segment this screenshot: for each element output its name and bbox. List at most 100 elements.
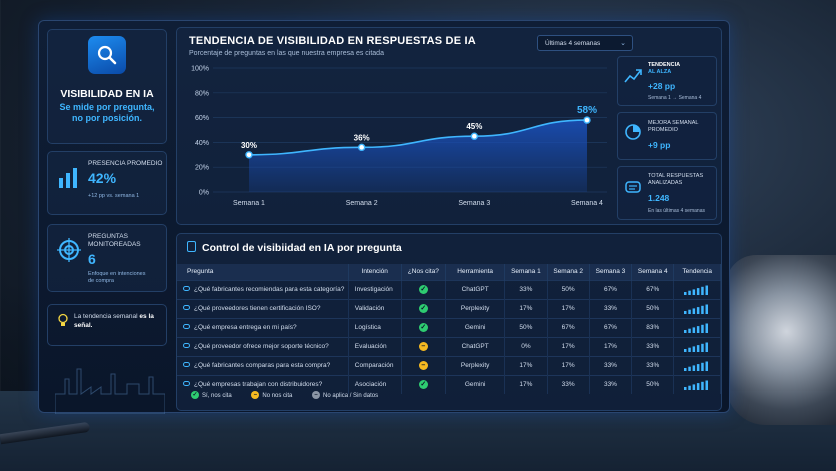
minus-icon: – [418, 361, 428, 370]
week-cell-text: 17% [561, 362, 575, 369]
cite-cell: ✓ [401, 317, 447, 337]
week-cell-text: 50% [646, 305, 660, 312]
table-row[interactable]: ¿Qué empresa entrega en mi país? Logístic… [177, 317, 721, 337]
y-tick-label: 0% [199, 190, 209, 197]
sparkline-bar [701, 324, 704, 333]
monitored-label: PREGUNTAS MONITOREADAS [88, 233, 141, 249]
stat-total-label-line2: ANALIZADAS [648, 180, 683, 186]
legend-na-label: No aplica / Sin datos [323, 392, 379, 399]
legend-yes: ✓ Sí, nos cita [191, 391, 232, 399]
sparkline-bar [697, 306, 700, 314]
intent-cell-text: Evaluación [354, 343, 387, 350]
week-cell-text: 17% [603, 343, 617, 350]
week-cell: 67% [631, 279, 675, 299]
stat-trend-card: TENDENCIA AL ALZA +28 pp Semana 1 → Seman… [617, 56, 717, 106]
question-text: ¿Qué proveedor ofrece mejor soporte técn… [194, 343, 329, 350]
presence-label: PRESENCIA PROMEDIO [88, 160, 163, 167]
x-tick-label: Semana 3 [458, 200, 490, 207]
y-tick-label: 40% [195, 140, 209, 147]
x-tick-label: Semana 1 [233, 200, 265, 207]
week-cell: 33% [547, 374, 590, 394]
sparkline-bar [684, 348, 687, 352]
week-cell-text: 33% [646, 343, 660, 350]
sparkline-icon [684, 323, 709, 333]
week-cell-text: 17% [519, 381, 533, 389]
factory-skyline-icon [55, 368, 165, 414]
tool-cell-text: Gemini [464, 324, 486, 331]
intent-cell-text: Investigación [354, 286, 393, 293]
table-header-row: Pregunta Intención ¿Nos cita? Herramienta Se… [177, 264, 721, 280]
table-row[interactable]: ¿Qué fabricantes comparas para esta comp… [177, 355, 721, 375]
presence-value: 42% [88, 170, 117, 186]
data-point [470, 132, 479, 140]
stat-weekly-value: +9 pp [648, 140, 671, 150]
week-cell: 67% [547, 317, 590, 337]
monitored-label-line2: MONITOREADAS [88, 241, 141, 248]
period-dropdown-label: Últimas 4 semanas [545, 40, 601, 47]
sidebar-subtitle-line1: Se mide por pregunta, [59, 102, 155, 112]
question-cell: ¿Qué empresa entrega en mi país? [177, 317, 349, 337]
sparkline-bar [688, 347, 691, 352]
intent-cell: Comparación [348, 355, 402, 375]
column-header: Semana 2 [547, 264, 590, 280]
intent-cell-text: Validación [354, 305, 385, 312]
week-cell: 17% [547, 298, 590, 318]
check-icon: ✓ [418, 380, 428, 390]
table-panel: Control de visibiidad en IA por pregunta… [176, 233, 722, 411]
tool-cell-text: ChatGPT [461, 343, 489, 350]
x-tick-label: Semana 4 [571, 200, 603, 207]
sparkline-bar [684, 329, 687, 333]
chat-bubble-icon [183, 305, 190, 310]
data-point [583, 116, 591, 124]
sparkline-bar [684, 291, 687, 295]
sparkline-icon [684, 285, 709, 295]
period-dropdown[interactable]: Últimas 4 semanas ⌄ [537, 35, 633, 51]
sparkline-bar [688, 290, 691, 295]
intent-cell: Validación [348, 298, 402, 318]
question-cell: ¿Qué fabricantes comparas para esta comp… [177, 355, 349, 375]
sparkline-bar [697, 344, 700, 352]
week-cell: 17% [504, 355, 548, 375]
chart-title: TENDENCIA DE VISIBILIDAD EN RESPUESTAS D… [189, 35, 476, 47]
sparkline-bar [701, 381, 704, 390]
column-header: Semana 1 [504, 264, 548, 280]
sparkline-bar [684, 386, 687, 390]
stat-trend-label-line2: AL ALZA [648, 69, 672, 75]
chart-panel: TENDENCIA DE VISIBILIDAD EN RESPUESTAS D… [176, 27, 722, 225]
note-text-regular: La tendencia semanal [74, 313, 138, 320]
table-body: ¿Qué fabricantes recomiendas para esta c… [177, 279, 721, 394]
stat-trend-label: TENDENCIA AL ALZA [648, 62, 680, 76]
week-cell-text: 50% [519, 324, 533, 331]
data-label: 58% [577, 105, 597, 116]
stat-total-card: TOTAL RESPUESTAS ANALIZADAS 1.248 En las … [617, 166, 717, 220]
stat-weekly-label: MEJORA SEMANAL PROMEDIO [648, 120, 698, 134]
tool-cell: Perplexity [445, 298, 506, 318]
week-cell-text: 67% [603, 324, 617, 331]
stat-trend-sub: Semana 1 → Semana 4 [648, 95, 702, 101]
presence-card: PRESENCIA PROMEDIO 42% +12 pp vs. semana… [47, 151, 167, 215]
tool-cell: ChatGPT [445, 336, 506, 356]
question-cell: ¿Qué proveedores tienen certificación IS… [177, 298, 349, 318]
chat-bubble-icon [183, 381, 190, 387]
x-tick-label: Semana 2 [346, 200, 378, 207]
sparkline-bar [684, 367, 687, 371]
sidebar: VISIBILIDAD EN IA Se mide por pregunta, … [47, 29, 167, 414]
week-cell-text: 17% [561, 305, 575, 312]
trend-cell [673, 355, 721, 375]
stat-trend-value: +28 pp [648, 81, 676, 91]
sparkline-bar [692, 364, 696, 371]
week-cell: 83% [631, 317, 675, 337]
note-text: La tendencia semanal es la señal. [74, 313, 164, 330]
table-row[interactable]: ¿Qué proveedor ofrece mejor soporte técn… [177, 336, 721, 356]
tool-cell: Gemini [445, 317, 506, 337]
intent-cell-text: Comparación [354, 362, 394, 369]
column-header: Tendencia [673, 264, 721, 280]
stat-total-sub: En las últimas 4 semanas [648, 208, 705, 214]
tool-cell: ChatGPT [445, 279, 506, 299]
week-cell: 33% [589, 298, 633, 318]
table-row[interactable]: ¿Qué proveedores tienen certificación IS… [177, 298, 721, 318]
week-cell: 17% [547, 336, 590, 356]
dashboard-screen: VISIBILIDAD EN IA Se mide por pregunta, … [38, 20, 730, 414]
table-row[interactable]: ¿Qué fabricantes recomiendas para esta c… [177, 279, 721, 299]
stat-weekly-card: MEJORA SEMANAL PROMEDIO +9 pp [617, 112, 717, 160]
